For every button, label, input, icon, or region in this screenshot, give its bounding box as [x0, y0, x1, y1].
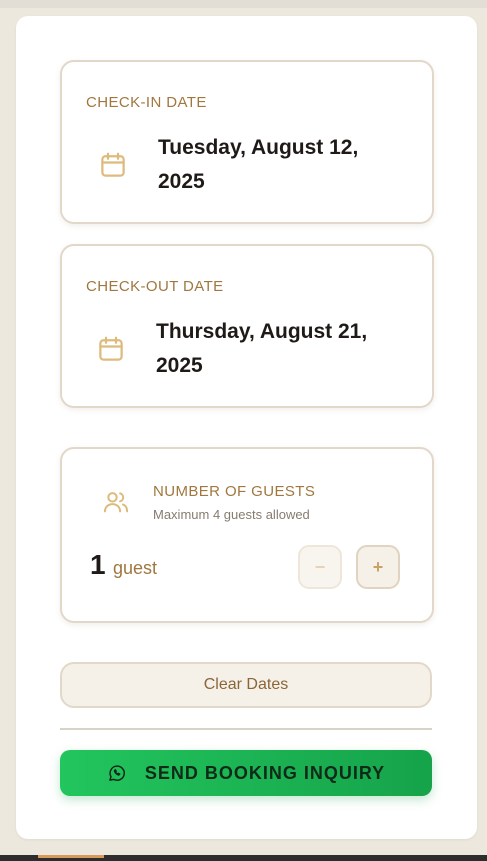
clear-dates-button[interactable]: Clear Dates [60, 662, 432, 708]
checkout-label: CHECK-OUT DATE [86, 278, 224, 295]
send-booking-inquiry-label: SEND BOOKING INQUIRY [144, 762, 386, 783]
calendar-icon [101, 152, 125, 177]
checkin-label: CHECK-IN DATE [86, 94, 207, 111]
checkout-date-card[interactable]: CHECK-OUT DATE Thursday, August 21, 2025 [60, 244, 434, 408]
calendar-icon [99, 336, 123, 361]
checkin-date-card[interactable]: CHECK-IN DATE Tuesday, August 12, 2025 [60, 60, 434, 224]
bottom-accent [38, 855, 104, 858]
guest-unit: guest [113, 558, 158, 578]
decrease-guests-button[interactable]: − [298, 545, 342, 589]
users-icon [103, 492, 129, 513]
guests-label: NUMBER OF GUESTS [153, 483, 316, 500]
guest-count: 1 [90, 549, 106, 580]
checkin-date-value: Tuesday, August 12, 2025 [158, 136, 359, 193]
guests-card: NUMBER OF GUESTS Maximum 4 guests allowe… [60, 447, 434, 623]
send-booking-inquiry-button[interactable]: SEND BOOKING INQUIRY [60, 750, 432, 796]
whatsapp-icon [108, 765, 125, 781]
bottom-edge [0, 855, 487, 861]
increase-guests-button[interactable]: + [356, 545, 400, 589]
top-edge [0, 0, 487, 8]
divider [60, 728, 432, 730]
guests-sublabel: Maximum 4 guests allowed [153, 507, 310, 522]
checkout-date-value: Thursday, August 21, 2025 [156, 320, 368, 377]
